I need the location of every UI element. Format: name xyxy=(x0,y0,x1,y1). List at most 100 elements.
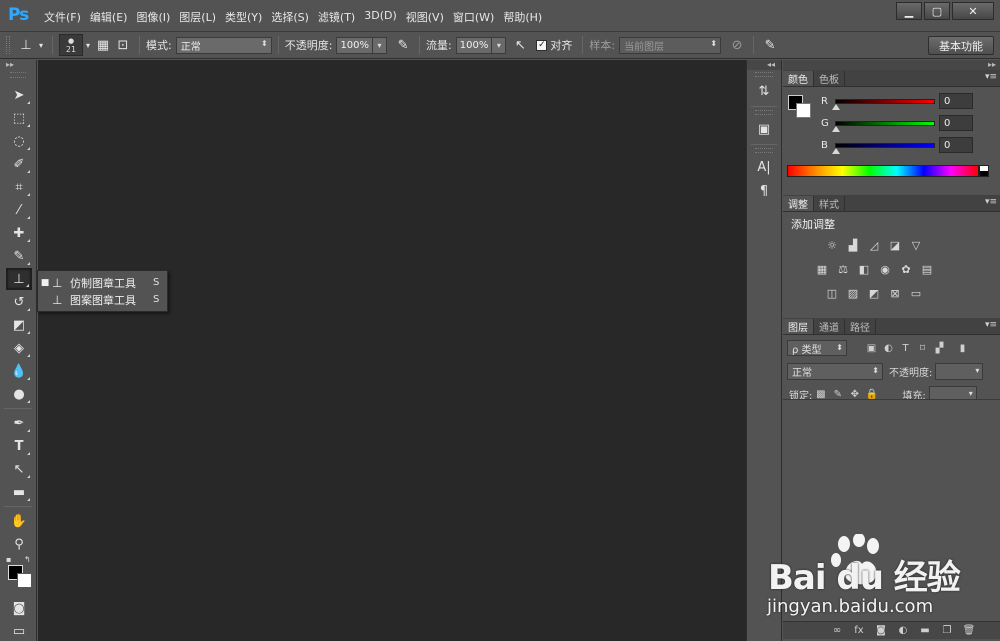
aligned-checkbox[interactable]: ✓ xyxy=(536,39,548,51)
panel-menu-icon[interactable]: ▾≡ xyxy=(985,72,997,82)
sample-select[interactable]: 当前图层 ⬍ xyxy=(619,36,722,54)
document-canvas-area[interactable] xyxy=(38,60,746,641)
green-slider[interactable] xyxy=(832,120,935,132)
menu-filter[interactable]: 滤镜(T) xyxy=(318,9,363,25)
selective-color-icon[interactable]: ⊠ xyxy=(886,284,904,302)
crop-tool-icon[interactable]: ⌗ xyxy=(6,176,32,198)
menu-select[interactable]: 选择(S) xyxy=(271,9,317,25)
flyout-item-pattern-stamp[interactable]: ⊥ 图案图章工具 S xyxy=(38,291,167,308)
swap-colors-icon[interactable]: ↰ xyxy=(24,555,31,564)
filter-shape-icon[interactable]: ⌑ xyxy=(914,340,931,356)
flyout-item-clone-stamp[interactable]: ■ ⊥ 仿制图章工具 S xyxy=(38,274,167,291)
menu-image[interactable]: 图像(I) xyxy=(136,9,178,25)
filter-adjustment-icon[interactable]: ◐ xyxy=(880,340,897,356)
black-white-icon[interactable]: ◧ xyxy=(855,260,873,278)
clone-stamp-tool-icon[interactable]: ⊥ xyxy=(6,268,32,290)
opacity-dropdown-icon[interactable]: ▾ xyxy=(373,36,388,54)
menu-edit[interactable]: 编辑(E) xyxy=(90,9,136,25)
close-button[interactable]: ✕ xyxy=(952,2,994,20)
panel-menu-icon[interactable]: ▾≡ xyxy=(985,197,997,207)
brush-dropdown-icon[interactable]: ▾ xyxy=(83,35,93,55)
quick-selection-tool-icon[interactable]: ✐ xyxy=(6,153,32,175)
paragraph-panel-icon[interactable]: ¶ xyxy=(752,179,776,203)
menu-file[interactable]: 文件(F) xyxy=(44,9,89,25)
black-white-swatch[interactable] xyxy=(979,165,989,177)
tab-adjustments[interactable]: 调整 xyxy=(783,196,814,211)
background-color[interactable] xyxy=(17,573,32,588)
clone-source-panel-icon[interactable]: ⊡ xyxy=(113,35,133,55)
panel-menu-icon[interactable]: ▾≡ xyxy=(985,320,997,330)
photo-filter-icon[interactable]: ◉ xyxy=(876,260,894,278)
toolbox-grip[interactable] xyxy=(10,72,26,78)
icon-strip-grip[interactable] xyxy=(755,110,773,115)
preset-dropdown-icon[interactable]: ▾ xyxy=(36,35,46,55)
brush-preset-picker[interactable]: ● 21 xyxy=(59,34,83,56)
path-selection-tool-icon[interactable]: ↖ xyxy=(6,458,32,480)
slider-thumb[interactable] xyxy=(832,103,840,110)
color-balance-icon[interactable]: ⚖ xyxy=(834,260,852,278)
brush-panel-toggle-icon[interactable]: ▦ xyxy=(93,35,113,55)
levels-icon[interactable]: ▟ xyxy=(844,236,862,254)
icon-strip-collapse-icon[interactable]: ◂◂ xyxy=(747,60,781,70)
mode-select[interactable]: 正常 ⬍ xyxy=(175,36,272,54)
opacity-input[interactable]: 100% xyxy=(336,36,374,54)
hand-tool-icon[interactable]: ✋ xyxy=(6,510,32,532)
screen-mode-icon[interactable]: ▭ xyxy=(6,620,32,641)
rectangle-tool-icon[interactable]: ▬ xyxy=(6,481,32,503)
eraser-tool-icon[interactable]: ◩ xyxy=(6,314,32,336)
blue-value-input[interactable]: 0 xyxy=(939,137,973,153)
paint-bucket-tool-icon[interactable]: ◈ xyxy=(6,337,32,359)
red-slider[interactable] xyxy=(832,98,935,110)
menu-window[interactable]: 窗口(W) xyxy=(453,9,502,25)
icon-strip-grip[interactable] xyxy=(755,72,773,77)
ignore-adjustment-layers-icon[interactable]: ⊘ xyxy=(727,35,747,55)
layer-filter-select[interactable]: ρ 类型 ⬍ xyxy=(787,340,847,356)
options-bar-grip[interactable] xyxy=(6,36,10,54)
green-value-input[interactable]: 0 xyxy=(939,115,973,131)
quick-mask-icon[interactable]: ◙ xyxy=(6,597,32,619)
tab-styles[interactable]: 样式 xyxy=(814,196,845,211)
lasso-tool-icon[interactable]: ◌ xyxy=(6,130,32,152)
history-panel-icon[interactable]: ⇅ xyxy=(752,79,776,103)
tab-channels[interactable]: 通道 xyxy=(814,319,845,334)
panels-collapse-icon[interactable]: ▸▸ xyxy=(783,60,1000,70)
tab-layers[interactable]: 图层 xyxy=(783,319,814,334)
blue-slider[interactable] xyxy=(832,142,935,154)
brightness-contrast-icon[interactable]: ☼ xyxy=(823,236,841,254)
airbrush-icon[interactable]: ↖ xyxy=(510,35,530,55)
color-spectrum-ramp[interactable] xyxy=(787,165,979,177)
blend-mode-select[interactable]: 正常 ⬍ xyxy=(787,362,883,380)
exposure-icon[interactable]: ◪ xyxy=(886,236,904,254)
filter-pixel-icon[interactable]: ▣ xyxy=(863,340,880,356)
menu-3d[interactable]: 3D(D) xyxy=(364,9,405,25)
toolbox-collapse-icon[interactable]: ▸▸ xyxy=(0,60,36,70)
menu-type[interactable]: 类型(Y) xyxy=(225,9,270,25)
workspace-switcher-button[interactable]: 基本功能 xyxy=(928,36,994,55)
maximize-button[interactable]: ▢ xyxy=(924,2,950,20)
filter-type-icon[interactable]: T xyxy=(897,340,914,356)
move-tool-icon[interactable]: ➤ xyxy=(6,84,32,106)
marquee-tool-icon[interactable]: ⬚ xyxy=(6,107,32,129)
curves-icon[interactable]: ◿ xyxy=(865,236,883,254)
brush-tool-icon[interactable]: ✎ xyxy=(6,245,32,267)
eyedropper-tool-icon[interactable]: ⁄ xyxy=(6,199,32,221)
red-value-input[interactable]: 0 xyxy=(939,93,973,109)
posterize-icon[interactable]: ▨ xyxy=(844,284,862,302)
threshold-icon[interactable]: ◩ xyxy=(865,284,883,302)
channel-mixer-icon[interactable]: ✿ xyxy=(897,260,915,278)
blur-tool-icon[interactable]: 💧 xyxy=(6,360,32,382)
slider-thumb[interactable] xyxy=(832,147,840,154)
filter-toggle-icon[interactable]: ▮ xyxy=(954,340,971,356)
pressure-opacity-icon[interactable]: ✎ xyxy=(393,35,413,55)
icon-strip-grip[interactable] xyxy=(755,148,773,153)
panel-background-color[interactable] xyxy=(796,103,811,118)
filter-smart-object-icon[interactable]: ▞ xyxy=(931,340,948,356)
tab-color[interactable]: 颜色 xyxy=(783,71,814,86)
flow-input[interactable]: 100% xyxy=(455,36,493,54)
type-tool-icon[interactable]: T xyxy=(6,435,32,457)
zoom-tool-icon[interactable]: ⚲ xyxy=(6,533,32,555)
hue-saturation-icon[interactable]: ▦ xyxy=(813,260,831,278)
tab-swatches[interactable]: 色板 xyxy=(814,71,845,86)
default-colors-icon[interactable]: ▪ xyxy=(6,555,11,564)
menu-view[interactable]: 视图(V) xyxy=(406,9,452,25)
